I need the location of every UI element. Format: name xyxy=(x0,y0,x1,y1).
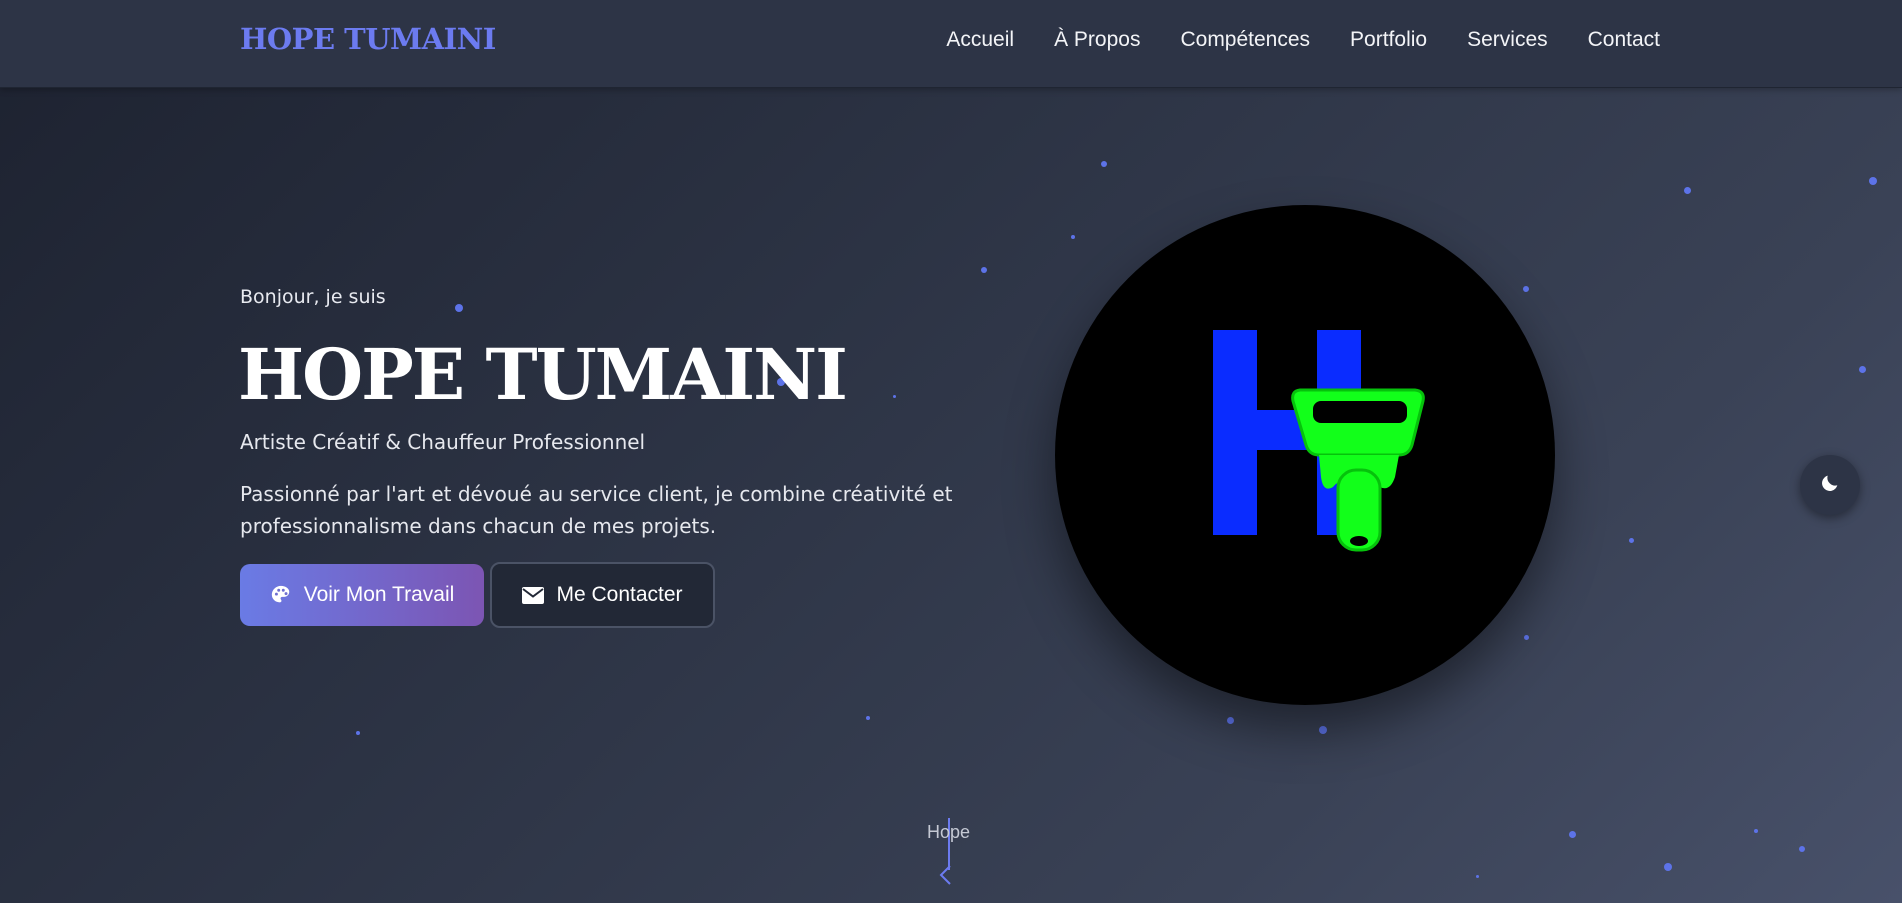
view-work-button[interactable]: Voir Mon Travail xyxy=(240,564,484,626)
nav-link-contact[interactable]: Contact xyxy=(1588,28,1660,52)
particle-dot xyxy=(1869,177,1877,185)
particle-dot xyxy=(981,267,987,273)
nav-link-a-propos[interactable]: À Propos xyxy=(1054,28,1140,52)
view-work-button-label: Voir Mon Travail xyxy=(303,583,455,606)
particle-dot xyxy=(1319,726,1327,734)
nav-link-services[interactable]: Services xyxy=(1467,28,1548,52)
particle-dot xyxy=(893,395,896,398)
particle-dot xyxy=(1569,831,1576,838)
particle-dot xyxy=(1227,717,1234,724)
chevron-left-icon xyxy=(938,864,952,890)
particle-dot xyxy=(1524,635,1529,640)
particle-dot xyxy=(866,716,870,720)
particle-dot xyxy=(455,304,463,312)
nav-link-portfolio[interactable]: Portfolio xyxy=(1350,28,1427,52)
envelope-icon xyxy=(522,586,545,604)
moon-icon xyxy=(1819,472,1841,498)
hope-logo-icon xyxy=(1213,330,1425,552)
particle-dot xyxy=(1859,366,1866,373)
particle-dot xyxy=(1684,187,1691,194)
site-logo[interactable]: HOPE TUMAINI xyxy=(240,22,496,56)
particle-dot xyxy=(1664,863,1672,871)
particle-dot xyxy=(1629,538,1634,543)
contact-me-button-label: Me Contacter xyxy=(556,583,683,606)
particle-dot xyxy=(1799,846,1805,852)
theme-toggle-button[interactable] xyxy=(1800,455,1860,515)
nav-links: Accueil À Propos Compétences Portfolio S… xyxy=(906,28,1660,52)
scroll-indicator-label: Hope xyxy=(927,822,971,842)
palette-icon xyxy=(270,584,292,606)
profile-logo-avatar xyxy=(1055,205,1555,705)
particle-dot xyxy=(1071,235,1075,239)
particle-dot xyxy=(356,731,360,735)
hero-name: HOPE TUMAINI xyxy=(238,333,848,416)
navbar: HOPE TUMAINI Accueil À Propos Compétence… xyxy=(0,0,1902,88)
particle-dot xyxy=(1523,286,1529,292)
hero-greeting: Bonjour, je suis xyxy=(240,286,386,308)
particle-dot xyxy=(1101,161,1107,167)
hero-subtitle: Artiste Créatif & Chauffeur Professionne… xyxy=(240,430,646,454)
nav-link-accueil[interactable]: Accueil xyxy=(946,28,1014,52)
hero-description: Passionné par l'art et dévoué au service… xyxy=(240,482,953,538)
nav-link-competences[interactable]: Compétences xyxy=(1180,28,1310,52)
particle-dot xyxy=(1476,875,1479,878)
particle-dot xyxy=(1754,829,1758,833)
contact-me-button[interactable]: Me Contacter xyxy=(490,562,715,628)
